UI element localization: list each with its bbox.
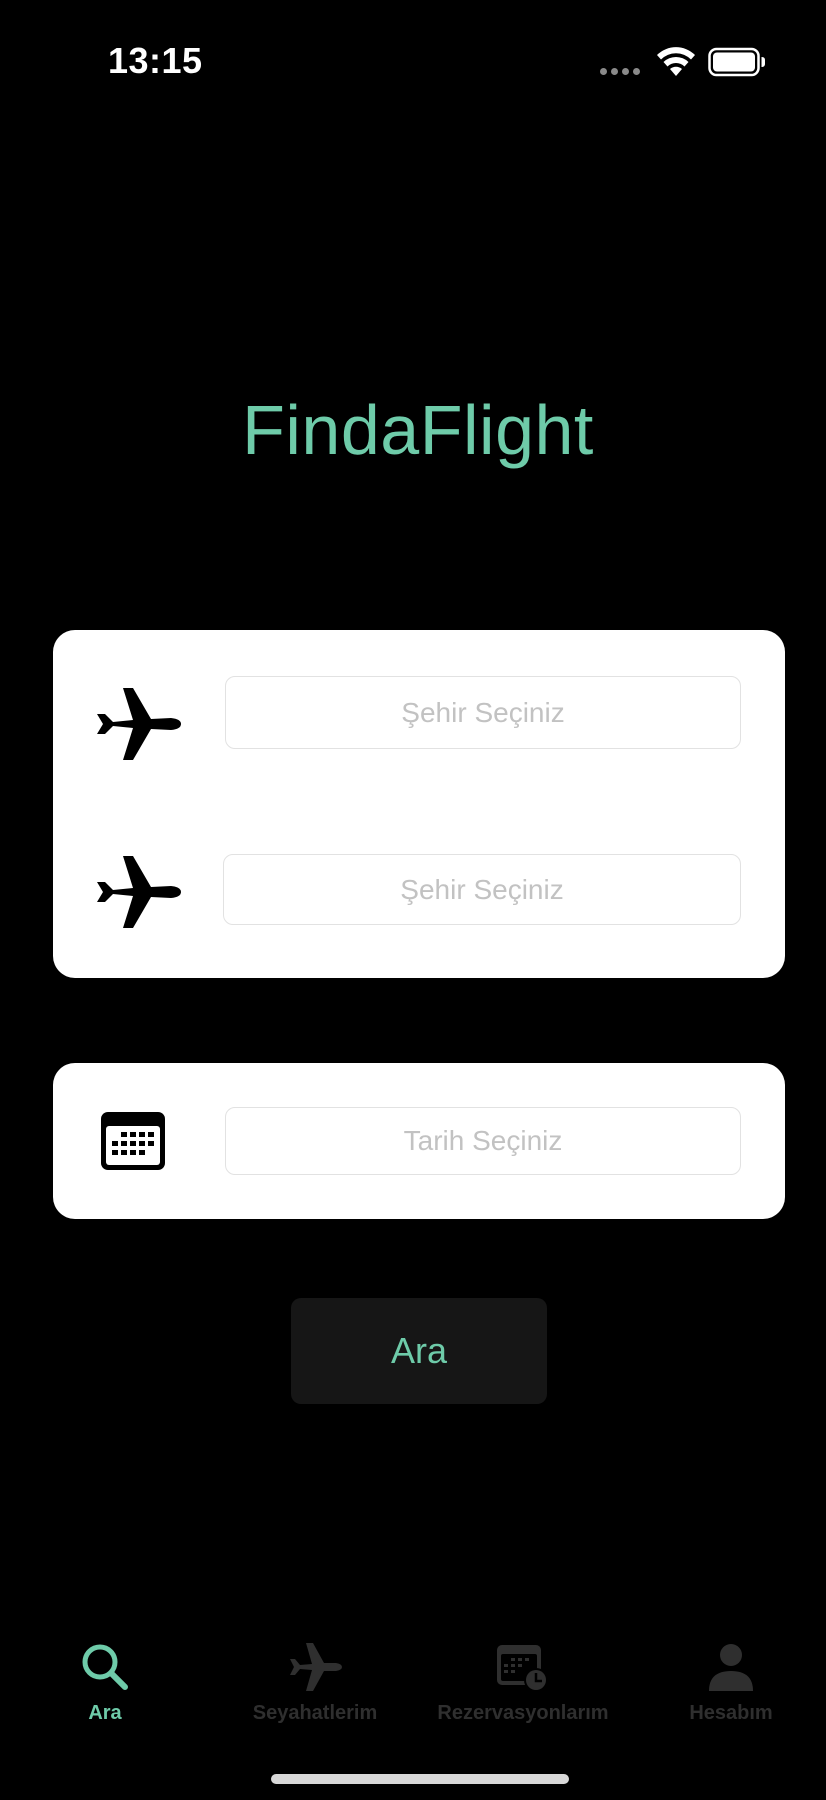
date-card <box>53 1063 785 1219</box>
calendar-icon <box>101 1112 165 1170</box>
arrival-airplane-icon <box>97 856 181 928</box>
tab-seyahatlerim-label: Seyahatlerim <box>252 1702 378 1724</box>
route-card <box>53 630 785 978</box>
from-city-input[interactable] <box>225 676 741 749</box>
search-button[interactable]: Ara <box>291 1298 547 1404</box>
airplane-icon <box>290 1643 342 1691</box>
search-icon <box>82 1644 128 1690</box>
tab-hesabim-label: Hesabım <box>689 1702 773 1724</box>
app-title: FindaFlight <box>242 391 594 469</box>
tab-seyahatlerim[interactable]: Seyahatlerim <box>212 1620 418 1730</box>
tab-ara[interactable]: Ara <box>2 1620 208 1730</box>
person-icon <box>709 1644 753 1691</box>
wifi-icon <box>657 47 695 76</box>
battery-icon <box>708 47 765 77</box>
departure-airplane-icon <box>97 688 181 760</box>
cellular-signal-icon <box>600 68 640 75</box>
status-time: 13:15 <box>108 40 203 81</box>
tab-rezervasyonlarim[interactable]: Rezervasyonlarım <box>420 1620 626 1730</box>
to-city-input[interactable] <box>223 854 741 925</box>
calendar-clock-icon <box>497 1645 548 1692</box>
status-bar: 13:15 <box>0 0 826 120</box>
tab-rezervasyonlarim-label: Rezervasyonlarım <box>437 1702 609 1724</box>
tab-ara-label: Ara <box>88 1702 122 1724</box>
tab-hesabim[interactable]: Hesabım <box>628 1620 826 1730</box>
home-indicator[interactable] <box>271 1774 569 1784</box>
tab-bar: Ara Seyahatlerim Rezervasyonlarım Hesabı… <box>0 1620 826 1730</box>
date-input[interactable] <box>225 1107 741 1175</box>
